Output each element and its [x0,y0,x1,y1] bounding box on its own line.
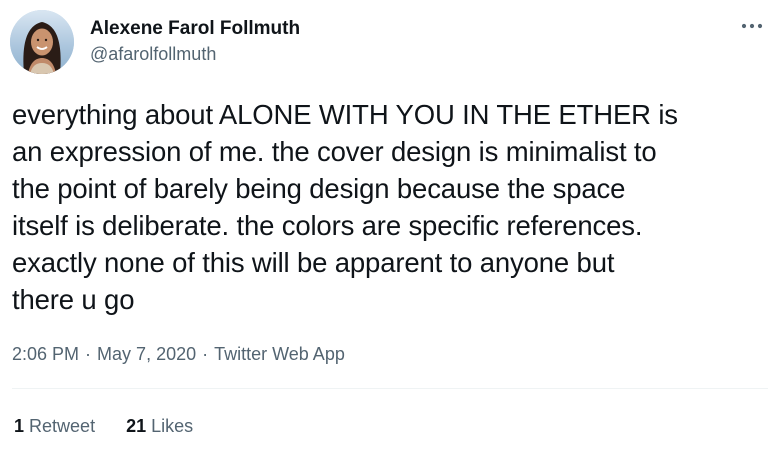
more-options-button[interactable] [738,16,766,36]
retweets-label: Retweet [29,416,96,436]
tweet-metadata: 2:06 PM · May 7, 2020 · Twitter Web App [12,342,345,366]
more-horizontal-icon [741,23,763,29]
tweet-text: everything about ALONE WITH YOU IN THE E… [12,96,764,318]
author-names: Alexene Farol Follmuth @afarolfollmuth [90,16,300,66]
tweet-date[interactable]: May 7, 2020 [97,344,196,364]
likes-label: Likes [151,416,194,436]
tweet-text-line: exactly none of this will be apparent to… [12,247,615,278]
tweet-text-line: an expression of me. the cover design is… [12,136,657,167]
tweet: Alexene Farol Follmuth @afarolfollmuth e… [0,0,780,452]
meta-separator: · [202,344,209,364]
tweet-header: Alexene Farol Follmuth @afarolfollmuth [10,10,770,76]
tweet-text-line: the point of barely being design because… [12,173,626,204]
likes-stat[interactable]: 21 Likes [126,414,193,438]
divider [12,388,768,389]
meta-separator: · [85,344,92,364]
tweet-text-line: itself is deliberate. the colors are spe… [12,210,643,241]
author-handle[interactable]: @afarolfollmuth [90,42,300,66]
retweets-stat[interactable]: 1 Retweet [14,414,95,438]
tweet-text-line: there u go [12,284,135,315]
likes-count: 21 [126,416,147,436]
tweet-text-line: everything about ALONE WITH YOU IN THE E… [12,99,678,130]
tweet-time[interactable]: 2:06 PM [12,344,79,364]
avatar-image [10,10,74,74]
author-display-name[interactable]: Alexene Farol Follmuth [90,16,300,42]
tweet-source[interactable]: Twitter Web App [214,344,345,364]
retweets-count: 1 [14,416,25,436]
avatar[interactable] [10,10,74,74]
tweet-stats: 1 Retweet 21 Likes [14,414,219,438]
